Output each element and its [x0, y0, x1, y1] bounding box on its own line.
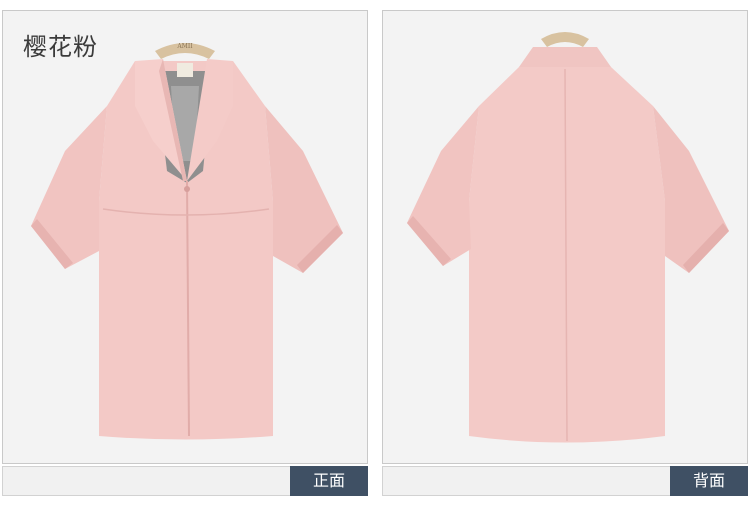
color-name-label: 樱花粉 [23, 33, 98, 61]
front-view-panel: AMII 樱花粉 [2, 10, 368, 464]
coat-front-image: AMII [31, 43, 343, 440]
front-label-bar: 正面 [2, 466, 368, 496]
back-view-tab[interactable]: 背面 [670, 466, 748, 496]
front-view-tab[interactable]: 正面 [290, 466, 368, 496]
back-label-bar: 背面 [382, 466, 748, 496]
coat-back-image [407, 32, 729, 443]
back-view-panel [382, 10, 748, 464]
hanger-brand-text: AMII [176, 43, 193, 50]
